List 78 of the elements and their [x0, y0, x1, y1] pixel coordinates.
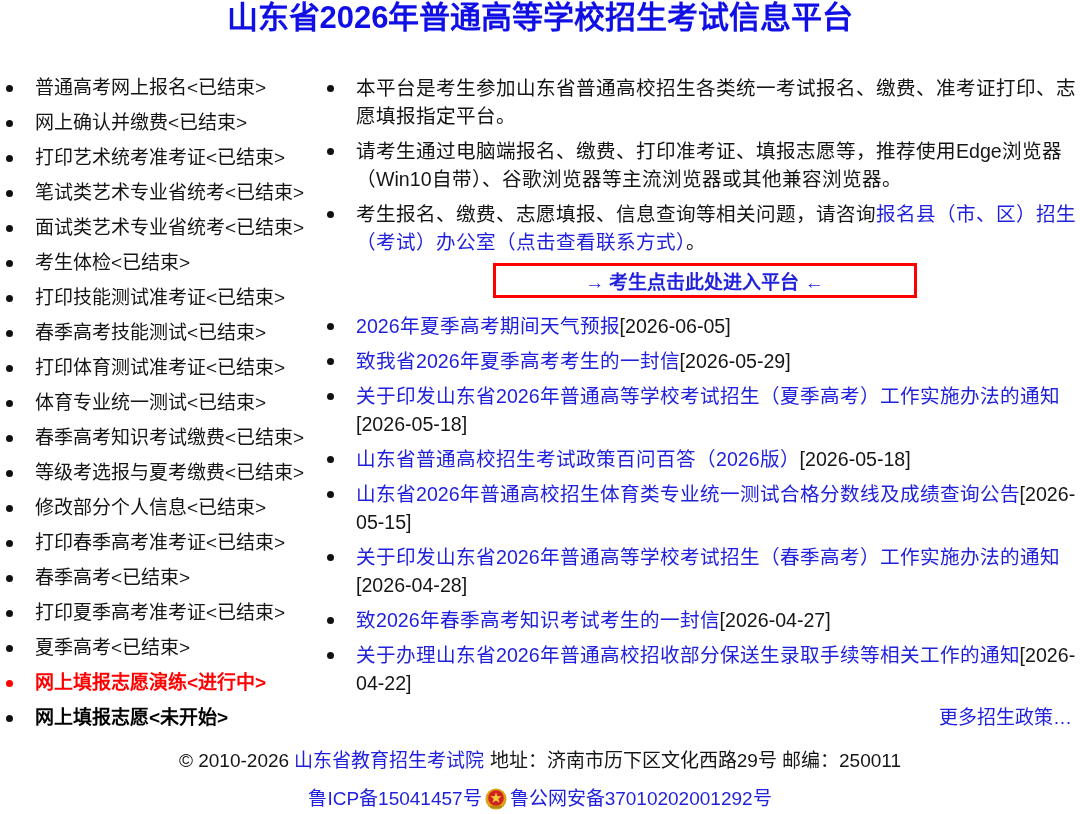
- sidebar-link[interactable]: 打印春季高考准考证<已结束>: [35, 529, 286, 557]
- sidebar-link[interactable]: 普通高考网上报名<已结束>: [35, 74, 267, 102]
- bullet-icon: [6, 714, 13, 722]
- contact-office-link[interactable]: （考试）办公室（点击查看联系方式）: [356, 231, 686, 253]
- news-link[interactable]: 关于办理山东省2026年普通高校招收部分保送生录取手续等相关工作的通知: [356, 644, 1020, 666]
- sidebar-link[interactable]: 春季高考知识考试缴费<已结束>: [35, 424, 305, 452]
- bullet-icon: [6, 329, 13, 337]
- news-link[interactable]: 关于印发山东省2026年普通高等学校考试招生（春季高考）工作实施办法的通知: [356, 546, 1060, 568]
- news-item: 山东省普通高校招生考试政策百问百答（2026版）[2026-05-18]: [356, 447, 912, 472]
- sidebar-link[interactable]: 网上确认并缴费<已结束>: [35, 109, 248, 137]
- sidebar-link[interactable]: 打印艺术统考准考证<已结束>: [35, 144, 286, 172]
- sidebar-link[interactable]: 考生体检<已结束>: [35, 249, 191, 277]
- notice-text: 请考生通过电脑端报名、缴费、打印准考证、填报志愿等，推荐使用Edge浏览器（Win10自带）、谷歌浏览器等主流浏览器或其他兼容浏览器。: [356, 139, 1063, 192]
- copyright-text: © 2010-2026 山东省教育招生考试院 地址：济南市历下区文化西路29号 邮编：250011: [178, 749, 902, 773]
- bullet-icon: [6, 679, 13, 687]
- news-link[interactable]: 致我省2026年夏季高考考生的一封信: [356, 350, 680, 372]
- bullet-icon: [6, 364, 13, 372]
- sidebar-link[interactable]: 等级考选报与夏考缴费<已结束>: [35, 459, 305, 487]
- bullet-icon: [6, 189, 13, 197]
- bullet-icon: [327, 211, 334, 218]
- sidebar-link[interactable]: 春季高考技能测试<已结束>: [35, 319, 267, 347]
- sidebar-link[interactable]: 夏季高考<已结束>: [35, 634, 191, 662]
- bullet-icon: [327, 554, 334, 561]
- bullet-icon: [6, 294, 13, 302]
- bullet-icon: [327, 456, 334, 463]
- sidebar-link[interactable]: 打印技能测试准考证<已结束>: [35, 284, 286, 312]
- more-policies-link[interactable]: 更多招生政策…: [939, 704, 1072, 732]
- bullet-icon: [327, 358, 334, 365]
- bullet-icon: [6, 434, 13, 442]
- bullet-icon: [6, 539, 13, 547]
- bullet-icon: [327, 491, 334, 498]
- contact-office-link[interactable]: 报名县（市、区）招生: [876, 203, 1076, 225]
- bullet-icon: [6, 84, 13, 92]
- bullet-icon: [6, 644, 13, 652]
- news-item: 致2026年春季高考知识考试考生的一封信[2026-04-27]: [356, 608, 832, 633]
- sidebar-link[interactable]: 面试类艺术专业省统考<已结束>: [35, 214, 305, 242]
- news-link[interactable]: 2026年夏季高考期间天气预报: [356, 315, 620, 337]
- bullet-icon: [6, 154, 13, 162]
- icp-record-link[interactable]: 鲁ICP备15041457号: [308, 785, 482, 813]
- news-item: 关于办理山东省2026年普通高校招收部分保送生录取手续等相关工作的通知[2026-04-22]: [356, 643, 1076, 696]
- notice-text: 考生报名、缴费、志愿填报、信息查询等相关问题，请咨询报名县（市、区）招生 （考试）办公室（点击查看联系方式）。: [356, 202, 1076, 255]
- news-item: 关于印发山东省2026年普通高等学校考试招生（夏季高考）工作实施办法的通知 [2026-05-18]: [356, 384, 1061, 437]
- emblem-icon: [484, 788, 507, 810]
- bullet-icon: [6, 609, 13, 617]
- bullet-icon: [327, 85, 334, 92]
- bullet-icon: [327, 323, 334, 330]
- sidebar-link[interactable]: 打印体育测试准考证<已结束>: [35, 354, 286, 382]
- bullet-icon: [327, 393, 334, 400]
- enter-platform-button[interactable]: → 考生点击此处进入平台 ←: [492, 263, 917, 298]
- bullet-icon: [327, 652, 334, 659]
- notice-text: 本平台是考生参加山东省普通高校招生各类统一考试报名、缴费、准考证打印、志愿填报指定平台。: [356, 76, 1076, 129]
- sidebar-link[interactable]: 网上填报志愿<未开始>: [35, 704, 229, 732]
- news-link[interactable]: 致2026年春季高考知识考试考生的一封信: [356, 609, 720, 631]
- bullet-icon: [6, 574, 13, 582]
- sidebar-link[interactable]: 春季高考<已结束>: [35, 564, 191, 592]
- bullet-icon: [6, 224, 13, 232]
- bullet-icon: [327, 617, 334, 624]
- sidebar-link[interactable]: 打印夏季高考准考证<已结束>: [35, 599, 286, 627]
- news-link[interactable]: 山东省普通高校招生考试政策百问百答（2026版）: [356, 448, 800, 470]
- institute-link[interactable]: 山东省教育招生考试院: [294, 750, 485, 771]
- bullet-icon: [327, 148, 334, 155]
- sidebar-link[interactable]: 笔试类艺术专业省统考<已结束>: [35, 179, 305, 207]
- bullet-icon: [6, 469, 13, 477]
- sidebar-link[interactable]: 网上填报志愿演练<进行中>: [35, 669, 267, 697]
- news-item: 山东省2026年普通高校招生体育类专业统一测试合格分数线及成绩查询公告[2026-05-15]: [356, 482, 1076, 535]
- sidebar-link[interactable]: 修改部分个人信息<已结束>: [35, 494, 267, 522]
- bullet-icon: [6, 119, 13, 127]
- page-title: 山东省2026年普通高等学校招生考试信息平台: [225, 0, 855, 36]
- police-record-link[interactable]: 鲁公网安备37010202001292号: [509, 785, 772, 813]
- news-item: 2026年夏季高考期间天气预报[2026-06-05]: [356, 314, 732, 339]
- news-link[interactable]: 山东省2026年普通高校招生体育类专业统一测试合格分数线及成绩查询公告: [356, 483, 1020, 505]
- bullet-icon: [6, 504, 13, 512]
- news-item: 关于印发山东省2026年普通高等学校考试招生（春季高考）工作实施办法的通知 [2026-04-28]: [356, 545, 1061, 598]
- bullet-icon: [6, 399, 13, 407]
- bullet-icon: [6, 259, 13, 267]
- sidebar-link[interactable]: 体育专业统一测试<已结束>: [35, 389, 267, 417]
- news-item: 致我省2026年夏季高考考生的一封信[2026-05-29]: [356, 349, 792, 374]
- news-link[interactable]: 关于印发山东省2026年普通高等学校考试招生（夏季高考）工作实施办法的通知: [356, 385, 1060, 407]
